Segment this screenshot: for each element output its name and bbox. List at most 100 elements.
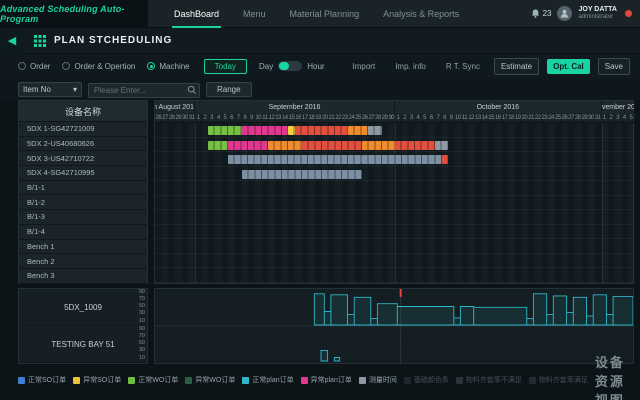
device-row[interactable]: 5DX 2-US40680626	[19, 137, 147, 152]
legend-label: 物料齐套率不满足	[466, 375, 522, 385]
gantt-bar-magenta[interactable]	[242, 126, 289, 135]
action-save[interactable]: Save	[598, 58, 630, 75]
device-table-header: 设备名称	[19, 101, 147, 122]
gantt-bar-red[interactable]	[302, 141, 362, 150]
gantt-bar-red[interactable]	[442, 155, 449, 164]
gantt-bar-magenta[interactable]	[228, 141, 268, 150]
action-import[interactable]: Import	[347, 59, 382, 74]
toolbar-actions: Import Imp. info R T. Sync Estimate Opt. Cal…	[347, 58, 630, 75]
device-row[interactable]: Bench 3	[19, 269, 147, 284]
notification-count: 23	[543, 9, 552, 18]
action-r-t-sync[interactable]: R T. Sync	[440, 59, 486, 74]
legend-label: 异常SO订单	[83, 375, 121, 385]
avatar[interactable]	[557, 6, 572, 21]
day-label: 2	[608, 113, 615, 123]
item-no-select[interactable]: Item No ▾	[18, 82, 82, 97]
gantt-bar-slate[interactable]	[362, 155, 442, 164]
gantt-bar-orange[interactable]	[268, 141, 301, 150]
radio-label: Order & Opertion	[74, 62, 135, 71]
gantt-column	[195, 123, 202, 283]
day-label: 14	[481, 113, 488, 123]
back-button[interactable]: ◀	[0, 28, 24, 54]
day-label: 31	[188, 113, 195, 123]
month-label: October 2016	[395, 101, 602, 113]
gantt-column	[628, 123, 635, 283]
day-label: 29	[581, 113, 588, 123]
action-opt-cal[interactable]: Opt. Cal	[547, 59, 590, 74]
gantt-bar-orange[interactable]	[348, 126, 368, 135]
gantt-bar-red[interactable]	[295, 126, 348, 135]
day-label: 2	[202, 113, 209, 123]
device-row[interactable]: B/1-3	[19, 210, 147, 225]
machine-block[interactable]: TESTING BAY 519070503010	[19, 326, 147, 363]
radio-order-opertion[interactable]: Order & Opertion	[62, 62, 135, 71]
gantt-bar-green[interactable]	[208, 126, 241, 135]
action-imp-info[interactable]: Imp. info	[389, 59, 432, 74]
gantt-column	[562, 123, 569, 283]
device-row[interactable]: 5DX 1-SG42721009	[19, 122, 147, 137]
gantt-rowline	[155, 282, 635, 283]
app-logo: Advanced Scheduling Auto-Program	[0, 0, 148, 28]
toolbar: OrderOrder & OpertionMachine Today Day H…	[0, 54, 640, 78]
legend-label: 测量时间	[369, 375, 397, 385]
notification-bell[interactable]: 23	[530, 8, 552, 19]
gantt-bar-slate[interactable]	[242, 170, 362, 179]
day-label: 21	[328, 113, 335, 123]
device-row[interactable]: Bench 1	[19, 240, 147, 255]
today-button[interactable]: Today	[204, 59, 247, 74]
legend-item: 正常plan订单	[242, 375, 293, 385]
gantt-rowline	[155, 253, 635, 254]
gantt-bar-gray[interactable]	[435, 141, 448, 150]
device-row[interactable]: B/1-4	[19, 225, 147, 240]
nav-item-material-planning[interactable]: Material Planning	[278, 0, 372, 28]
user-info[interactable]: JOY DATTA administrator	[578, 6, 617, 20]
range-button[interactable]: Range	[206, 82, 252, 97]
grid-menu-icon[interactable]	[34, 35, 46, 47]
device-row[interactable]: B/1-1	[19, 181, 147, 196]
day-label: 4	[215, 113, 222, 123]
device-row[interactable]: Bench 2	[19, 254, 147, 269]
device-row[interactable]: 5DX 4-SG42710995	[19, 166, 147, 181]
device-row[interactable]: B/1-2	[19, 195, 147, 210]
nav-item-analysis-reports[interactable]: Analysis & Reports	[371, 0, 471, 28]
radio-dot	[18, 62, 26, 70]
radio-order[interactable]: Order	[18, 62, 50, 71]
radio-label: Order	[30, 62, 50, 71]
search-icon[interactable]	[187, 82, 197, 100]
nav-item-dashboard[interactable]: DashBoard	[162, 0, 231, 28]
action-estimate[interactable]: Estimate	[494, 58, 539, 75]
machine-block[interactable]: 5DX_10099070503010	[19, 289, 147, 326]
gantt-bar-yellow[interactable]	[288, 126, 295, 135]
day-label: 18	[308, 113, 315, 123]
user-name: JOY DATTA	[578, 6, 617, 14]
device-row[interactable]: 5DX 3-US42710722	[19, 151, 147, 166]
gantt-column	[448, 123, 455, 283]
nav-item-menu[interactable]: Menu	[231, 0, 278, 28]
day-label: 10	[455, 113, 462, 123]
gantt-rowline	[155, 195, 635, 196]
legend-swatch-icon	[359, 377, 366, 384]
legend-swatch-icon	[73, 377, 80, 384]
gantt-rowline	[155, 238, 635, 239]
day-label: 13	[275, 113, 282, 123]
machine-scale: 9070503010	[139, 290, 145, 324]
gantt-bar-slate[interactable]	[228, 155, 361, 164]
day-hour-toggle[interactable]	[278, 61, 302, 71]
legend-swatch-icon	[301, 377, 308, 384]
month-label: September 2016	[195, 101, 395, 113]
radio-dot	[62, 62, 70, 70]
gantt-bar-red[interactable]	[395, 141, 435, 150]
legend-swatch-icon	[404, 377, 411, 384]
day-label: 27	[368, 113, 375, 123]
legend-item: 正常SO订单	[18, 375, 66, 385]
search-input[interactable]	[88, 83, 200, 98]
gantt-grid	[155, 123, 635, 283]
gantt-bar-green[interactable]	[208, 141, 228, 150]
gantt-bar-orange[interactable]	[362, 141, 395, 150]
day-label: 26	[561, 113, 568, 123]
device-rows: 5DX 1-SG427210095DX 2-US406806265DX 3-US…	[19, 122, 147, 284]
gantt-bar-gray[interactable]	[368, 126, 381, 135]
gantt-column	[488, 123, 495, 283]
day-label: 16	[295, 113, 302, 123]
radio-machine[interactable]: Machine	[147, 62, 189, 71]
